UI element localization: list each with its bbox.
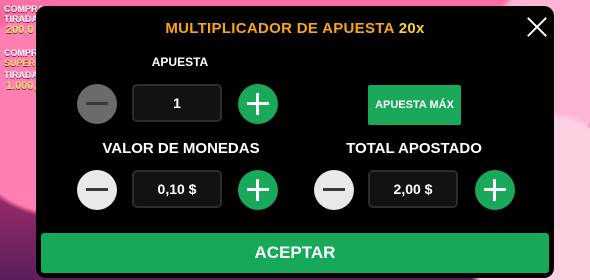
- max-bet-button[interactable]: APUESTA MÁX: [368, 85, 461, 125]
- total-bet-field: 2,00 $: [368, 170, 458, 208]
- bet-multiplier-dialog: MULTIPLICADOR DE APUESTA 20x APUESTA 1 AP…: [36, 6, 554, 278]
- coin-decrease-button[interactable]: [77, 170, 117, 210]
- bet-value-field: 1: [132, 84, 222, 122]
- bet-label: APUESTA: [151, 55, 209, 69]
- bg-super-price: 1.000,: [6, 80, 37, 92]
- bet-increase-button[interactable]: [238, 84, 278, 124]
- total-decrease-button[interactable]: [314, 170, 354, 210]
- minus-icon: [323, 188, 345, 191]
- multiplier-value: 20x: [398, 20, 425, 37]
- close-icon[interactable]: [526, 16, 548, 38]
- total-increase-button[interactable]: [475, 170, 515, 210]
- dialog-title: MULTIPLICADOR DE APUESTA 20x: [36, 20, 554, 37]
- bg-buy-price: 200,0: [6, 24, 34, 36]
- accept-button[interactable]: ACEPTAR: [41, 233, 549, 273]
- minus-icon: [86, 188, 108, 191]
- minus-icon: [86, 102, 108, 105]
- dialog-title-text: MULTIPLICADOR DE APUESTA: [165, 20, 395, 37]
- coin-increase-button[interactable]: [238, 170, 278, 210]
- total-bet-label: TOTAL APOSTADO: [346, 140, 482, 157]
- coin-value-label: VALOR DE MONEDAS: [102, 140, 260, 157]
- coin-value-field: 0,10 $: [132, 170, 222, 208]
- bet-decrease-button[interactable]: [77, 84, 117, 124]
- bg-super-label: SUPER: [4, 58, 36, 68]
